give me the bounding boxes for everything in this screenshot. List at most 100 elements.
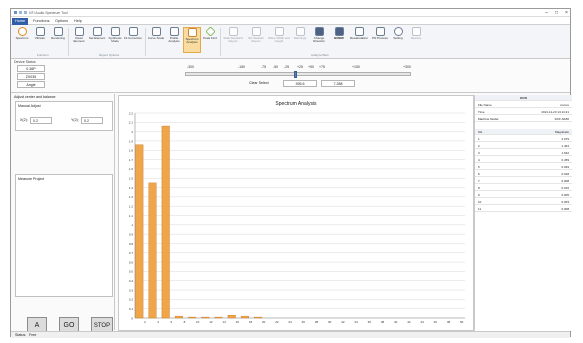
bar[interactable] — [254, 316, 263, 319]
report-icon — [228, 27, 238, 36]
setting-button[interactable]: Setting — [389, 27, 407, 53]
bar[interactable] — [214, 316, 223, 319]
scale-tick: +75 — [319, 65, 325, 69]
read-element-button[interactable]: Read Element — [70, 27, 88, 53]
x-tick-label: 38 — [381, 320, 385, 324]
tab-options[interactable]: Options — [52, 18, 71, 25]
table-row[interactable]: 11 0.008 — [475, 206, 572, 213]
spectrum-analysis-button[interactable]: Spectrum Analysis — [183, 27, 201, 53]
x-input[interactable]: 0.2 — [30, 117, 52, 124]
tab-home[interactable]: Home — [12, 18, 29, 25]
x-tick-label: 28 — [315, 320, 319, 324]
y-tick-label: 1.6 — [129, 167, 134, 171]
quick-undo-icon[interactable] — [24, 11, 27, 14]
pn-process-button[interactable]: PN Process — [371, 27, 389, 53]
direction-icon — [314, 27, 324, 36]
wave-width-height-button[interactable]: Wave Width and Height — [268, 27, 290, 53]
rendering-button[interactable]: Rendering — [49, 27, 67, 53]
status-bar: Status: Free — [11, 331, 570, 338]
fit-icon — [128, 27, 138, 36]
bar[interactable] — [188, 316, 197, 319]
y-tick-label: 0.6 — [129, 260, 134, 264]
ribbon-tabs: Home Functions Options Help — [11, 17, 570, 25]
table-row[interactable]: 2 1.464 — [475, 143, 572, 150]
table-row[interactable]: 5 0.029 — [475, 164, 572, 171]
warnings-button[interactable]: Warnings — [291, 27, 309, 53]
scale-tick: -150 — [238, 65, 246, 69]
recalculation-button[interactable]: Recalculation — [348, 27, 370, 53]
info-row: Time 2021-11-23 14:14:21 — [475, 109, 572, 116]
synthesis-mode-button[interactable]: Synthesis Mode — [106, 27, 124, 53]
bar[interactable] — [227, 315, 236, 319]
table-row[interactable]: 7 0.008 — [475, 178, 572, 185]
tab-functions[interactable]: Functions — [30, 18, 52, 25]
y-tick-label: 2.2 — [129, 111, 134, 115]
table-row[interactable]: 9 0.005 — [475, 192, 572, 199]
close-button[interactable]: × — [562, 10, 571, 16]
table-row[interactable]: 8 0.015 — [475, 185, 572, 192]
quick-save-icon[interactable] — [19, 11, 22, 14]
table-cell-sg: 9 — [478, 193, 480, 197]
fit-correction-button[interactable]: Fit Correction — [124, 27, 142, 53]
ribbon-separator — [220, 28, 221, 56]
x-tick-label: 16 — [236, 320, 240, 324]
table-row[interactable]: 3 1.632 — [475, 150, 572, 157]
table-row[interactable]: 10 0.003 — [475, 199, 572, 206]
offset-slider-thumb[interactable] — [294, 71, 297, 78]
start-value-field[interactable]: 395.6 — [283, 80, 317, 87]
bar[interactable] — [201, 316, 210, 319]
bar[interactable] — [161, 125, 170, 319]
app-icon — [14, 11, 17, 14]
scale-tick: -25 — [284, 65, 290, 69]
recalc-icon — [354, 27, 364, 36]
sge-standard-report-button[interactable]: SGE Standard Report — [222, 27, 244, 53]
table-row[interactable]: 1 2.079 — [475, 136, 572, 143]
bar[interactable] — [148, 182, 157, 319]
read-icon — [74, 27, 84, 36]
profile-analysis-button[interactable]: Profile Analysis — [165, 27, 183, 53]
x-tick-label: 46 — [434, 320, 438, 324]
bar[interactable] — [174, 315, 183, 319]
set-element-button[interactable]: Set Element — [88, 27, 106, 53]
y-tick-label: 1.4 — [129, 186, 134, 190]
sg-statistic-report-button[interactable]: SG Statistic Report — [245, 27, 267, 53]
column-header: SG — [478, 130, 483, 134]
table-cell-magnitude: 1.464 — [561, 144, 569, 148]
y-tick-label: 1.1 — [129, 214, 134, 218]
wave-width-icon — [274, 27, 284, 36]
x-axis-ticks: 2 4 6 8 10 12 14 16 18 20 22 24 26 28 30 32 34 36 38 40 42 44… — [144, 320, 464, 324]
clear-select-label[interactable]: Clear Select — [249, 81, 269, 85]
device-status-title: Device Status — [14, 60, 36, 64]
spectrum-button[interactable]: Spectrum — [13, 27, 31, 53]
minimize-button[interactable]: – — [542, 10, 551, 16]
table-cell-sg: 5 — [478, 165, 480, 169]
y-input[interactable]: 0.2 — [81, 117, 103, 124]
bmbw-button[interactable]: BMBW — [330, 27, 348, 53]
restore-button[interactable]: Restore — [407, 27, 425, 53]
x-tick-label: 24 — [288, 320, 292, 324]
x-tick-label: 26 — [302, 320, 306, 324]
curve-scale-button[interactable]: Curve Scale — [147, 27, 165, 53]
table-row[interactable]: 4 0.459 — [475, 157, 572, 164]
maximize-button[interactable]: □ — [552, 10, 561, 16]
x-tick-label: 14 — [222, 320, 226, 324]
x-tick-label: 10 — [196, 320, 200, 324]
peak-find-button[interactable]: Peak Find — [201, 26, 219, 53]
tab-help[interactable]: Help — [71, 18, 85, 25]
manual-adjust-label: Manual Adjust — [18, 104, 41, 108]
table-row[interactable]: 6 0.018 — [475, 171, 572, 178]
stats-icon — [251, 27, 261, 36]
change-direction-button[interactable]: Change Direction — [309, 27, 329, 53]
end-value-field[interactable]: 7.288 — [321, 80, 355, 87]
bar[interactable] — [240, 315, 249, 319]
results-header-label: KCN — [520, 96, 527, 100]
bar-series — [135, 125, 263, 319]
offset-slider[interactable] — [185, 71, 411, 78]
vibrator-button[interactable]: Vibrator — [31, 27, 49, 53]
measure-project-label: Measure Project — [18, 177, 45, 181]
bar[interactable] — [135, 144, 144, 319]
x-tick-label: 2 — [144, 320, 146, 324]
y-tick-label: 2.1 — [129, 121, 134, 125]
x-tick-label: 48 — [447, 320, 451, 324]
info-value: RCF-N180 — [554, 117, 569, 121]
